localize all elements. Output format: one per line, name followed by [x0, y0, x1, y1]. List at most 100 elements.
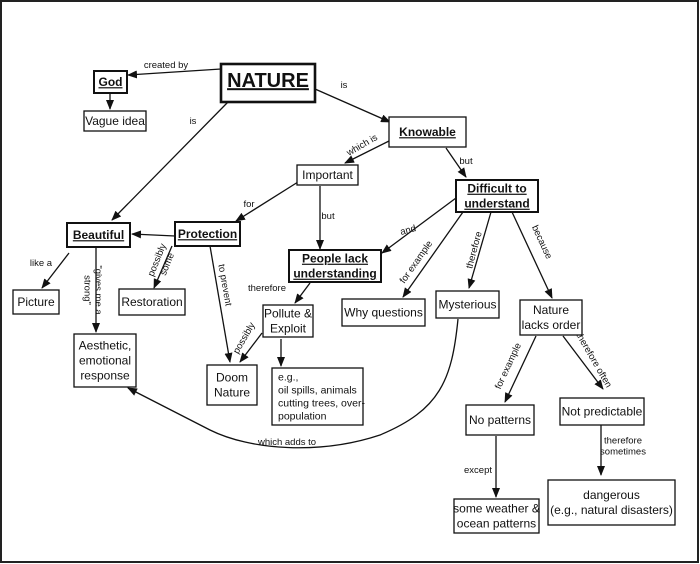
edge-important-protection: for [235, 181, 299, 222]
node-protection: Protection [174, 221, 241, 247]
edge-label: possibly [231, 320, 258, 355]
edge-label: to prevent [215, 263, 233, 307]
node-important: Important [296, 164, 359, 186]
node-text: (e.g., natural disasters) [550, 503, 673, 517]
node-text: Knowable [399, 125, 456, 139]
edge-label: except [464, 465, 492, 476]
node-text: population [278, 411, 327, 423]
edge-label: is [190, 116, 197, 127]
edge-label: sometimes [600, 447, 646, 458]
edge-arrow [294, 282, 311, 304]
node-text: cutting trees, over- [278, 398, 365, 410]
edge-knowable-important: which is [344, 132, 390, 164]
node-knowable: Knowable [388, 116, 467, 148]
node-beautiful: Beautiful [66, 222, 131, 248]
node-eg-examples: e.g.,oil spills, animalscutting trees, o… [271, 367, 365, 426]
edge-label: therefore [248, 283, 286, 294]
node-some-weather: some weather &ocean patterns [453, 498, 540, 534]
node-picture: Picture [12, 289, 60, 315]
node-mysterious: Mysterious [435, 290, 500, 319]
node-text: understand [464, 197, 529, 211]
edge-nature-god: created by [127, 60, 222, 79]
edge-nopatterns-weather: except [464, 436, 500, 498]
edge-label: which adds to [257, 437, 316, 448]
node-text: Why questions [344, 306, 423, 320]
node-text: No patterns [469, 413, 531, 427]
edge-label: like a [30, 258, 53, 269]
node-text: lacks order [522, 318, 581, 332]
node-text: Doom [216, 371, 248, 385]
edge-knowable-difficult: but [445, 147, 473, 178]
edge-difficult-people: and [381, 197, 457, 254]
node-text: Not predictable [562, 405, 643, 419]
edge-beautiful-aesthetic: "gives me astrong" [82, 247, 104, 333]
edge-arrow [381, 197, 457, 254]
node-text: Mysterious [438, 298, 496, 312]
edge-nature-knowable: is [314, 80, 391, 123]
node-text: Beautiful [73, 228, 124, 242]
edge-protection-beautiful [131, 230, 176, 239]
node-nature: NATURE [219, 62, 317, 104]
node-text: Protection [178, 227, 237, 241]
node-text: e.g., [278, 372, 298, 384]
node-text: Difficult to [467, 182, 526, 196]
node-doom: DoomNature [206, 364, 258, 406]
edge-notpredictable-dangerous: thereforesometimes [597, 425, 646, 476]
edge-protection-restoration: possiblysome [146, 242, 177, 289]
node-text: ocean patterns [457, 517, 536, 531]
node-text: God [99, 75, 123, 89]
node-text: emotional [79, 354, 131, 368]
node-text: oil spills, animals [278, 385, 357, 397]
node-text: Pollute & [264, 307, 312, 321]
node-text: NATURE [227, 70, 309, 92]
node-restoration: Restoration [118, 288, 186, 316]
edge-important-people: but [316, 186, 335, 250]
edge-difficult-mysterious: therefore [464, 211, 492, 289]
edge-arrow [314, 88, 391, 123]
node-text: dangerous [583, 488, 640, 502]
node-dangerous: dangerous(e.g., natural disasters) [547, 479, 676, 526]
edge-label: but [321, 211, 335, 222]
edge-label: therefore often [573, 331, 613, 390]
node-not-predictable: Not predictable [559, 397, 645, 426]
edge-label: and [399, 223, 417, 238]
edge-lacks-notpredictable: therefore often [562, 331, 614, 390]
node-text: Nature [533, 303, 569, 317]
node-vague-idea: Vague idea [83, 110, 147, 132]
node-text: Restoration [121, 295, 182, 309]
node-text: Important [302, 168, 353, 182]
node-difficult: Difficult tounderstand [455, 179, 539, 213]
edge-label: for example [493, 341, 524, 391]
node-text: response [80, 369, 130, 383]
node-text: Vague idea [85, 114, 145, 128]
edge-label: therefore [464, 230, 484, 270]
edge-beautiful-picture: like a [30, 252, 70, 289]
node-pollute: Pollute &Exploit [262, 304, 314, 338]
edge-lacks-nopatterns: for example [493, 335, 537, 403]
edge-pollute-doom: possibly [231, 320, 263, 363]
node-text: Aesthetic, [79, 339, 132, 353]
edge-label: created by [144, 60, 189, 71]
edge-label: therefore [604, 436, 642, 447]
edge-protection-doom: to prevent [209, 245, 234, 363]
node-people-lack: People lackunderstanding [288, 249, 382, 283]
edge-label: "gives me a [93, 265, 104, 315]
concept-map: created by is is which is but for but and for ex… [12, 60, 676, 534]
node-aesthetic: Aesthetic,emotionalresponse [73, 333, 137, 388]
edge-label: is [341, 80, 348, 91]
node-text: Exploit [270, 322, 307, 336]
node-text: People lack [302, 252, 368, 266]
node-no-patterns: No patterns [465, 404, 535, 436]
node-why-questions: Why questions [341, 298, 426, 327]
node-text: understanding [293, 267, 376, 281]
node-lacks-order: Naturelacks order [519, 299, 583, 336]
edge-label: for [243, 199, 254, 210]
edge-difficult-lacks: because [511, 211, 554, 299]
node-text: Nature [214, 386, 250, 400]
edge-people-pollute: therefore [248, 282, 311, 304]
node-text: Picture [17, 295, 55, 309]
edge-label: but [459, 156, 473, 167]
edge-arrow [131, 230, 176, 239]
node-god: God [93, 70, 128, 94]
edge-label: strong" [82, 275, 93, 305]
